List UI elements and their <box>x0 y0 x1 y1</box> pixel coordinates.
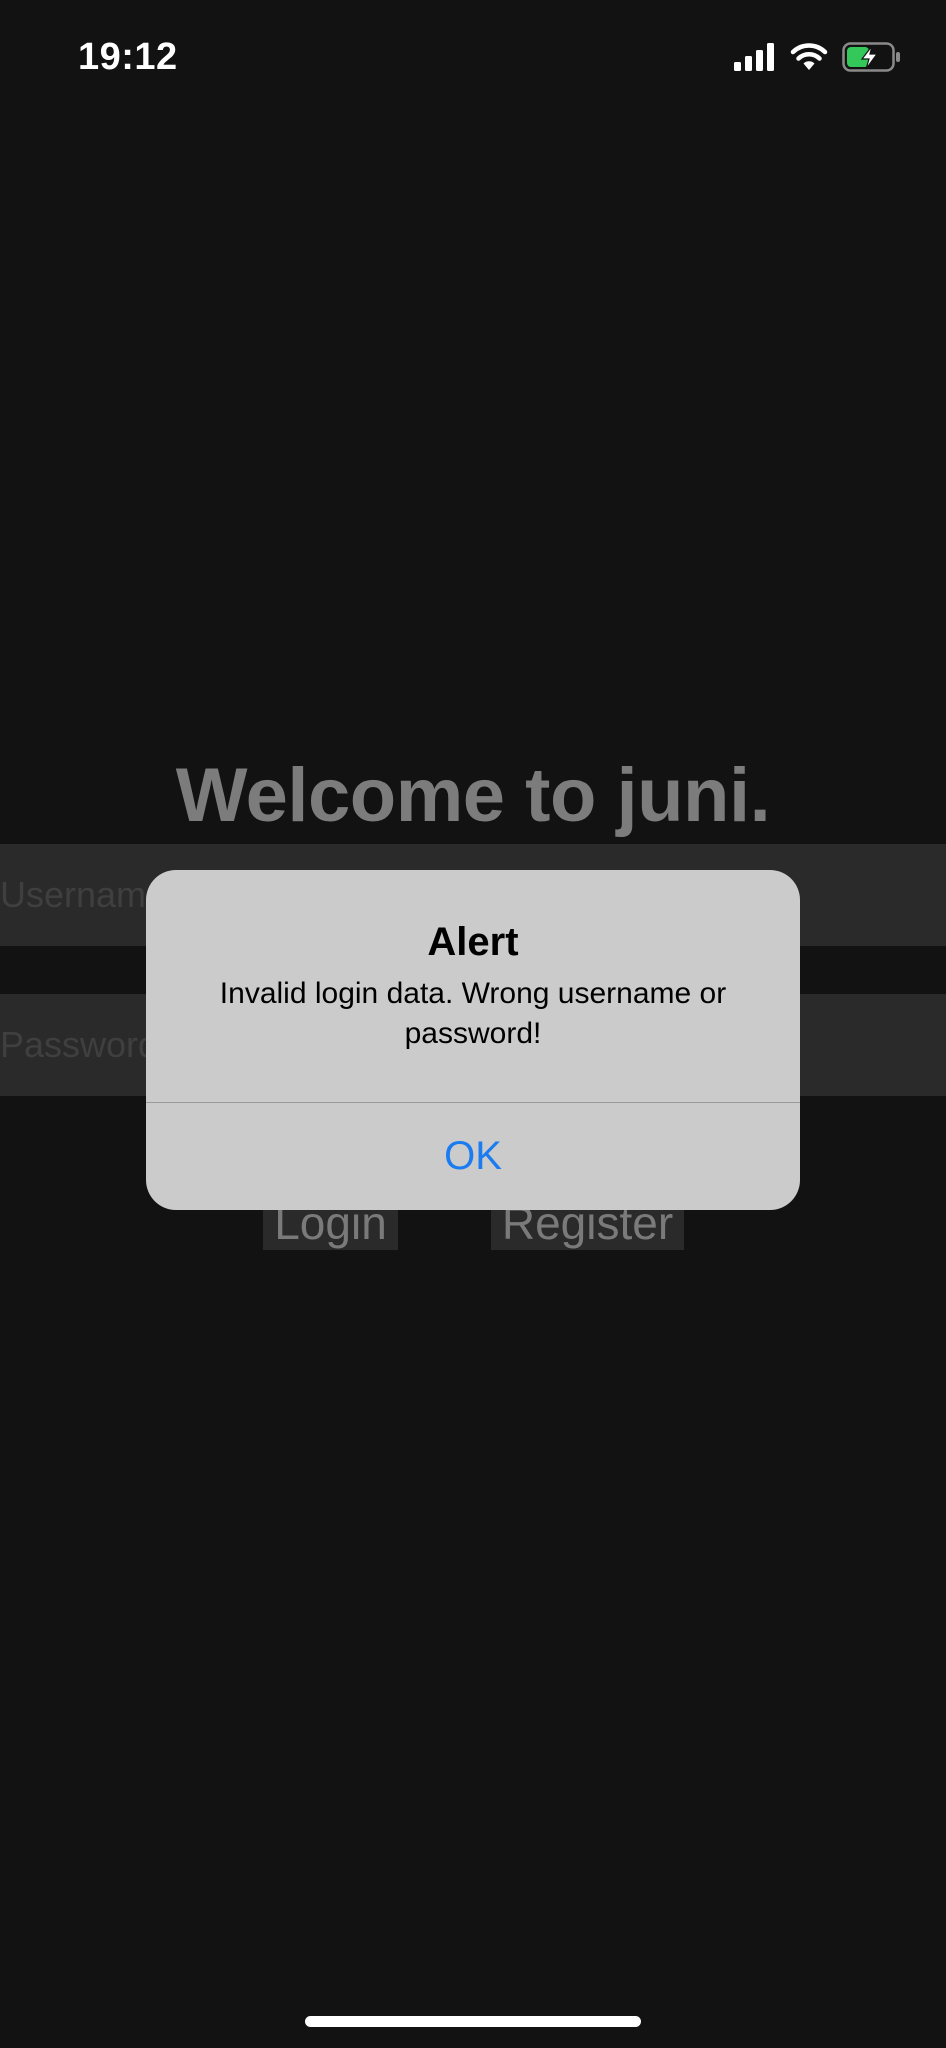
cellular-signal-icon <box>734 43 776 71</box>
wifi-icon <box>790 43 828 71</box>
alert-ok-button[interactable]: OK <box>146 1103 800 1210</box>
alert-title: Alert <box>427 920 519 964</box>
alert-message: Invalid login data. Wrong username or pa… <box>219 977 727 1050</box>
app-screen: 19:12 Welcome to juni. Username Login Re… <box>0 0 946 2048</box>
status-bar: 19:12 <box>0 0 946 120</box>
welcome-title: Welcome to juni. <box>175 753 771 838</box>
status-time: 19:12 <box>78 36 178 78</box>
status-icons <box>734 42 902 72</box>
home-indicator[interactable] <box>305 2016 641 2027</box>
battery-charging-icon <box>842 42 902 72</box>
alert-dialog: Alert Invalid login data. Wrong username… <box>146 870 800 1210</box>
